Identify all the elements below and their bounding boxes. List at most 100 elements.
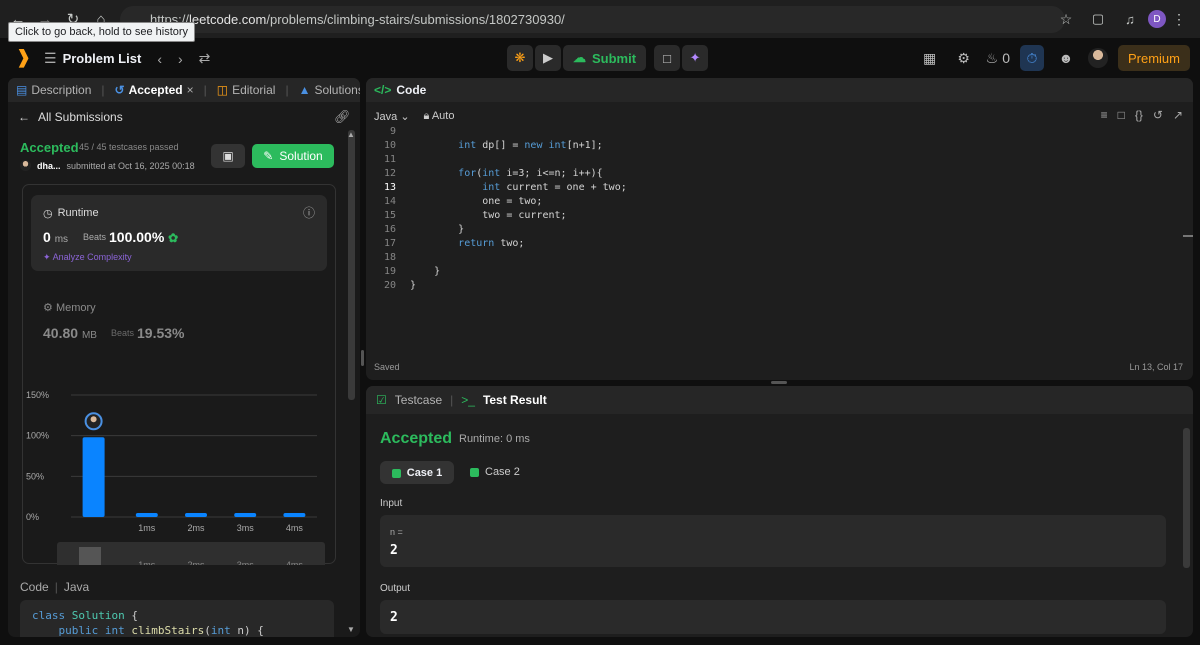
sparkle-icon: ✦ <box>43 252 51 262</box>
line-number: 15 <box>383 210 396 221</box>
profile-avatar[interactable]: D <box>1148 10 1166 28</box>
clock-icon: ◷ <box>43 208 53 220</box>
notebook-button[interactable]: ▣ <box>211 144 245 168</box>
tab-code[interactable]: Code <box>396 83 426 97</box>
reset-icon[interactable]: ↺ <box>1153 108 1163 122</box>
bookmark-star-icon[interactable]: ☆ <box>1054 11 1078 28</box>
prev-problem-icon[interactable]: ‹ <box>157 51 162 67</box>
left-scrollbar[interactable] <box>348 130 355 400</box>
debug-icon[interactable]: ❋ <box>507 45 533 71</box>
code-line: 17 return two; <box>366 238 1186 252</box>
submit-button[interactable]: ☁ Submit <box>563 45 647 71</box>
submitter-name[interactable]: dha... <box>37 161 61 171</box>
braces-icon[interactable]: {} <box>1135 108 1143 122</box>
tab-editorial[interactable]: ◫ Editorial <box>217 83 276 97</box>
chart-bar[interactable] <box>234 513 257 517</box>
media-icon[interactable]: ♫ <box>1118 12 1142 27</box>
terminal-icon: >_ <box>461 393 475 407</box>
coins-fire-icon[interactable]: ♨ 0 <box>986 45 1010 71</box>
edit-icon: ✎ <box>263 149 274 163</box>
line-number: 16 <box>383 224 396 235</box>
user-avatar[interactable] <box>1087 48 1108 68</box>
problem-list-link[interactable]: Problem List <box>63 51 142 66</box>
list-icon: ☰ <box>44 50 57 66</box>
format-icon[interactable]: ≡ <box>1101 108 1108 122</box>
performance-card: ◷ Runtime ⓘ 0 ms Beats 100.00% ✿ ✦ Analyz… <box>22 184 337 565</box>
submission-panel: ▤ Description | ↺ Accepted × | ◫ Editorial |… <box>8 78 360 637</box>
tab-description[interactable]: ▤ Description <box>16 83 91 97</box>
code-brackets-icon: </> <box>374 83 392 97</box>
solution-button[interactable]: ✎ Solution <box>252 144 334 168</box>
language-select[interactable]: Java ⌄ <box>374 110 410 123</box>
memory-heading[interactable]: ⚙ Memory <box>43 301 96 314</box>
chart-xtick-label: 3ms <box>237 523 255 533</box>
tab-test-result[interactable]: Test Result <box>483 393 547 407</box>
premium-button[interactable]: Premium <box>1117 45 1190 71</box>
line-code: int current = one + two; <box>482 182 627 193</box>
beats-badge-icon: ✿ <box>168 231 179 245</box>
editor-scroll-indicator[interactable] <box>1183 235 1193 237</box>
ai-sparkle-icon[interactable]: ✦ <box>682 45 709 71</box>
runtime-value: 0 ms <box>43 229 68 245</box>
tab-solutions[interactable]: ▲ Solutions <box>299 83 360 97</box>
scroll-down-icon[interactable]: ▼ <box>347 625 355 634</box>
settings-gear-icon[interactable]: ⚙ <box>952 45 976 71</box>
line-number: 9 <box>389 126 396 137</box>
horizontal-resize-handle[interactable] <box>771 381 787 384</box>
leetcode-logo-icon[interactable]: ❱ <box>16 47 36 69</box>
result-runtime: Runtime: 0 ms <box>459 433 530 445</box>
chart-bar[interactable] <box>135 513 158 517</box>
address-bar[interactable]: https://leetcode.com/problems/climbing-s… <box>120 6 1065 33</box>
runtime-beats: 100.00% ✿ <box>109 229 178 245</box>
scroll-up-icon[interactable]: ▲ <box>347 130 355 139</box>
info-icon[interactable]: ⓘ <box>303 204 315 221</box>
analyze-complexity-link[interactable]: ✦ Analyze Complexity <box>43 252 132 263</box>
add-friend-icon[interactable]: ☻ <box>1054 45 1078 71</box>
next-problem-icon[interactable]: › <box>178 51 183 67</box>
runtime-card[interactable]: ◷ Runtime ⓘ 0 ms Beats 100.00% ✿ ✦ Analyz… <box>31 195 327 271</box>
runtime-distribution-chart[interactable]: 0% 50% 100% 150% 1ms 2ms 3ms 4ms 1ms 2ms 3ms 4ms <box>23 345 337 565</box>
chart-overview-label: 4ms <box>286 560 304 565</box>
chart-bar[interactable] <box>283 513 306 517</box>
chart-bar[interactable] <box>82 437 105 517</box>
shuffle-icon[interactable]: ⇄ <box>199 50 211 67</box>
browser-actions: ☆ ▢ ♫ D ⋮ <box>1054 0 1200 38</box>
tab-divider: | <box>101 83 105 97</box>
line-code: } <box>410 266 441 277</box>
tab-testcase[interactable]: Testcase <box>395 393 442 407</box>
all-submissions-link[interactable]: ← All Submissions <box>18 110 123 124</box>
line-number: 18 <box>383 252 396 263</box>
runtime-label: Runtime <box>57 207 99 219</box>
extensions-icon[interactable]: ▢ <box>1084 11 1112 27</box>
editor-options: Java ⌄ 🔒︎ Auto <box>374 110 454 123</box>
code-editor[interactable]: 9 10 int dp[] = new int[n+1]; 11 12 for(int… <box>366 126 1186 294</box>
layout-grid-icon[interactable]: ▦ <box>918 45 942 71</box>
auto-mode[interactable]: 🔒︎ Auto <box>424 110 455 123</box>
editor-toolbar: ≡ □ {} ↺ ↗ <box>1101 108 1183 122</box>
chart-bar[interactable] <box>185 513 207 517</box>
close-tab-icon[interactable]: × <box>187 83 194 97</box>
coins-count: 0 <box>1002 50 1010 66</box>
run-icon[interactable]: ▶ <box>535 45 561 71</box>
code-line: 14 one = two; <box>366 196 1186 210</box>
case-1-tab[interactable]: Case 1 <box>380 461 454 484</box>
bookmark-icon[interactable]: □ <box>1118 108 1125 122</box>
menu-dots-icon[interactable]: ⋮ <box>1172 11 1186 28</box>
line-code: } <box>410 224 465 235</box>
memory-unit: MB <box>81 330 97 341</box>
note-icon[interactable]: □ <box>654 45 681 71</box>
link-icon[interactable]: 🔗︎ <box>334 109 351 125</box>
code-section-header: Code | Java <box>20 580 89 594</box>
timer-icon[interactable]: ⏱ <box>1019 45 1044 71</box>
expand-icon[interactable]: ↗ <box>1173 108 1183 122</box>
vertical-resize-handle[interactable] <box>361 350 364 366</box>
runtime-beats-label: Beats <box>83 232 107 242</box>
case-2-tab[interactable]: Case 2 <box>470 466 520 478</box>
chart-overview-label: 3ms <box>237 560 255 565</box>
memory-label: Memory <box>55 302 96 314</box>
tab-accepted[interactable]: ↺ Accepted × <box>115 83 194 97</box>
url-path: /problems/climbing-stairs/submissions/18… <box>266 12 565 27</box>
lock-icon: 🔒︎ <box>423 110 430 122</box>
test-scrollbar[interactable] <box>1183 428 1190 568</box>
